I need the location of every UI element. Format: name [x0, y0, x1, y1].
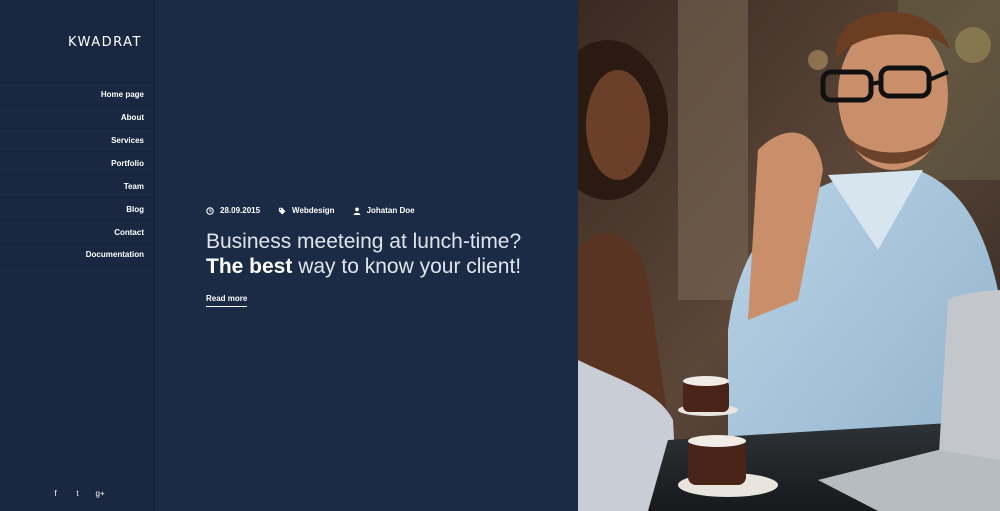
headline-line-1: Business meeteing at lunch-time? — [206, 230, 522, 253]
post-author[interactable]: Johatan Doe — [353, 206, 415, 215]
nav-item-label[interactable]: Contact — [114, 228, 144, 237]
nav-item-label[interactable]: Blog — [126, 205, 144, 214]
nav-item-label[interactable]: Services — [111, 136, 144, 145]
post-panel: 28.09.2015 Webdesign Johatan Doe Busines… — [155, 0, 578, 511]
nav-item-contact[interactable]: Contact — [0, 220, 155, 243]
post-headline: Business meeteing at lunch-time? The bes… — [206, 229, 566, 279]
nav-item-label[interactable]: Team — [124, 182, 144, 191]
site-logo[interactable]: KWADRAT — [68, 35, 142, 50]
post-category[interactable]: Webdesign — [278, 206, 335, 215]
facebook-icon[interactable]: f — [52, 489, 60, 498]
nav-item-documentation[interactable]: Documentation — [0, 243, 155, 266]
post-date: 28.09.2015 — [206, 206, 260, 215]
nav-item-about[interactable]: About — [0, 105, 155, 128]
social-links: f t g+ — [0, 489, 155, 498]
nav-item-label[interactable]: Documentation — [86, 250, 144, 259]
hero-photo-illustration — [578, 0, 1000, 511]
headline-bold: The best — [206, 255, 293, 278]
main-nav: Home page About Services Portfolio Team … — [0, 82, 155, 266]
nav-item-home[interactable]: Home page — [0, 82, 155, 105]
nav-item-label[interactable]: Home page — [101, 90, 144, 99]
post-author-text[interactable]: Johatan Doe — [367, 206, 415, 215]
google-plus-icon[interactable]: g+ — [96, 489, 105, 498]
nav-item-portfolio[interactable]: Portfolio — [0, 151, 155, 174]
sidebar: KWADRAT Home page About Services Portfol… — [0, 0, 155, 511]
tag-icon — [278, 207, 286, 214]
post-date-text: 28.09.2015 — [220, 206, 261, 215]
clock-icon — [206, 206, 214, 215]
user-icon — [353, 207, 360, 215]
nav-item-team[interactable]: Team — [0, 174, 155, 197]
hero-photo — [578, 0, 1000, 511]
read-more-link[interactable]: Read more — [206, 294, 248, 307]
post-category-text[interactable]: Webdesign — [292, 206, 335, 215]
headline-rest: way to know your client! — [292, 255, 522, 278]
nav-item-services[interactable]: Services — [0, 128, 155, 151]
nav-item-blog[interactable]: Blog — [0, 197, 155, 220]
post-meta: 28.09.2015 Webdesign Johatan Doe — [206, 206, 415, 215]
twitter-icon[interactable]: t — [74, 489, 82, 498]
nav-item-label[interactable]: About — [121, 113, 144, 122]
nav-item-label[interactable]: Portfolio — [111, 159, 144, 168]
